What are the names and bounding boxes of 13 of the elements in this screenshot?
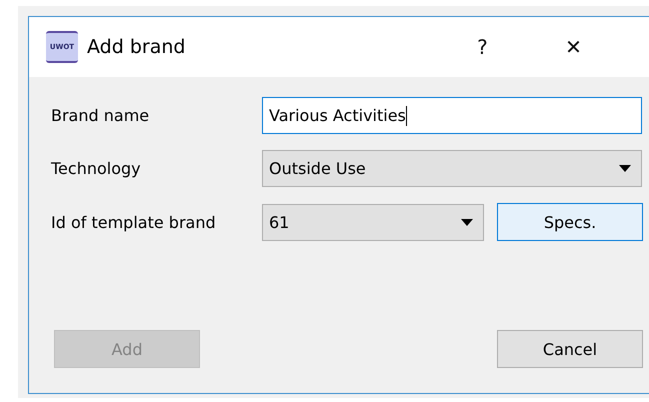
- dropdown[interactable]: 61: [262, 204, 484, 240]
- brand-name-field[interactable]: Various Activities: [262, 97, 642, 134]
- dropdown[interactable]: Outside Use: [262, 150, 642, 187]
- dropdown-arrow-icon: [461, 218, 473, 226]
- field-label: Brand name: [51, 106, 150, 125]
- cancel-button[interactable]: Cancel: [497, 330, 643, 368]
- close-button[interactable]: ✕: [553, 35, 594, 59]
- specs-button[interactable]: Specs.: [497, 203, 643, 241]
- dropdown-arrow-icon: [619, 165, 631, 172]
- field-label: Technology: [51, 159, 142, 178]
- window-title: Add brand: [87, 36, 186, 58]
- help-button[interactable]: ?: [462, 35, 502, 59]
- field-label: Id of template brand: [51, 212, 217, 232]
